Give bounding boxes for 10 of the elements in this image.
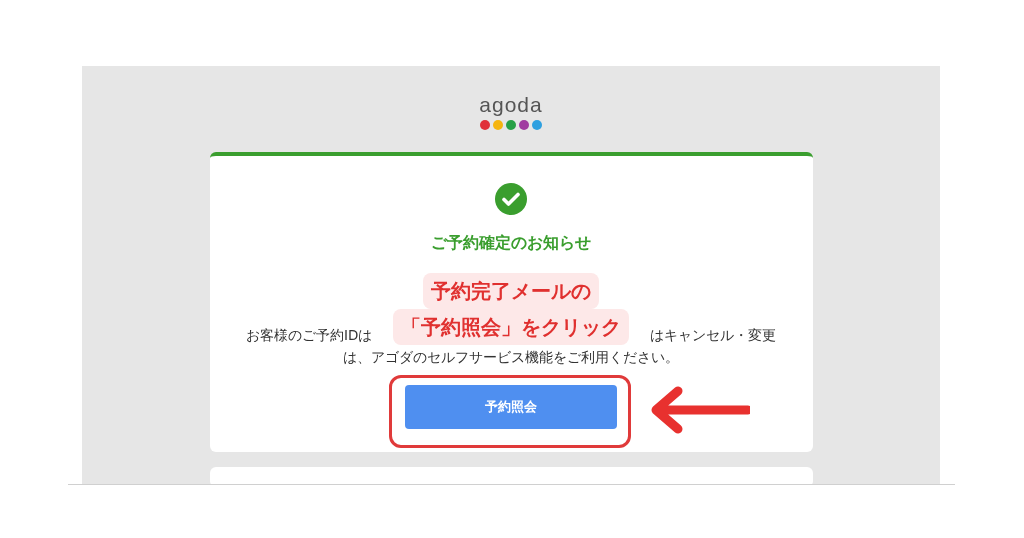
check-circle-icon: [495, 183, 527, 215]
message-text: はキャンセル・変更: [650, 326, 776, 345]
card-title: ご予約確定のお知らせ: [431, 233, 591, 253]
callout-text: 予約完了メールの: [423, 273, 599, 309]
booking-button[interactable]: 予約照会: [405, 385, 617, 429]
message-text: は、アゴダのセルフサービス機能をご利用ください。: [343, 349, 679, 365]
callout-text: 「予約照会」をクリック: [393, 309, 629, 345]
arrow-icon: [649, 385, 750, 435]
message-text: お客様のご予約IDは: [246, 326, 373, 345]
logo-text: agoda: [479, 94, 543, 116]
